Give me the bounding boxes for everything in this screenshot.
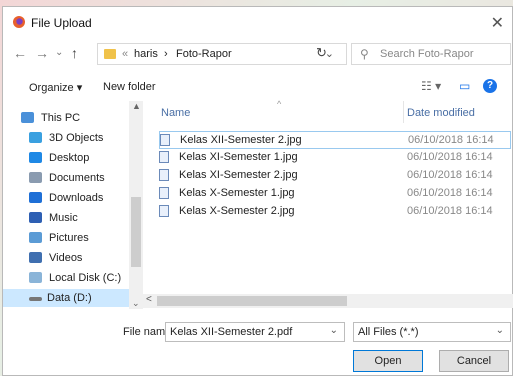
file-row[interactable]: Kelas XI-Semester 1.jpg 06/10/2018 16:14 (159, 149, 509, 165)
title-bar: File Upload ✕ (3, 7, 512, 37)
image-file-icon (160, 134, 170, 146)
file-date: 06/10/2018 16:14 (407, 151, 493, 163)
sidebar-item-label: Data (D:) (47, 292, 92, 304)
sidebar-item-pictures[interactable]: Pictures (29, 229, 143, 247)
drive-icon (29, 297, 42, 301)
up-icon[interactable]: ↑ (71, 45, 78, 61)
file-row[interactable]: Kelas XII-Semester 2.jpg 06/10/2018 16:1… (159, 131, 511, 149)
file-name: Kelas X-Semester 2.jpg (179, 205, 295, 217)
file-name: Kelas XII-Semester 2.jpg (180, 134, 302, 146)
file-list: ^ Name Date modified Kelas XII-Semester … (151, 99, 511, 291)
image-file-icon (159, 169, 169, 181)
folder-icon (104, 49, 116, 59)
file-upload-dialog: File Upload ✕ ← → ⌄ ↑ « haris › Foto-Rap… (2, 6, 513, 376)
image-file-icon (159, 187, 169, 199)
cube-icon (29, 132, 42, 143)
document-icon (29, 172, 42, 183)
file-type-value: All Files (*.*) (358, 326, 419, 338)
file-name-field[interactable]: ⌄ (165, 322, 345, 342)
file-name: Kelas XI-Semester 2.jpg (179, 169, 298, 181)
computer-icon (21, 112, 34, 123)
recent-locations-icon[interactable]: ⌄ (55, 47, 63, 58)
column-header-name[interactable]: Name (161, 107, 190, 119)
sidebar-item-label: Videos (49, 252, 83, 264)
download-icon (29, 192, 42, 203)
search-icon: ⚲ (360, 47, 369, 61)
sidebar-item-label: Pictures (49, 232, 89, 244)
file-date: 06/10/2018 16:14 (407, 205, 493, 217)
sidebar-item-label: Desktop (49, 152, 90, 164)
column-header-date-modified[interactable]: Date modified (407, 107, 475, 119)
videos-icon (29, 252, 42, 263)
close-icon[interactable]: ✕ (491, 13, 504, 33)
view-options-icon[interactable]: ☷ ▾ (421, 79, 441, 93)
music-icon (29, 212, 42, 223)
navigation-pane: This PC 3D Objects Desktop Documents Dow… (3, 103, 143, 307)
pictures-icon (29, 232, 42, 243)
help-icon[interactable]: ? (483, 79, 497, 93)
address-bar[interactable]: « haris › Foto-Rapor ⌄ (97, 43, 347, 65)
file-name-input[interactable] (170, 324, 330, 340)
sidebar-item-downloads[interactable]: Downloads (29, 189, 143, 207)
search-placeholder: Search Foto-Rapor (380, 48, 474, 60)
scrollbar-thumb[interactable] (131, 197, 141, 267)
sidebar-item-videos[interactable]: Videos (29, 249, 143, 267)
sidebar-item-label: Local Disk (C:) (49, 272, 122, 284)
drive-icon (29, 272, 42, 283)
desktop-icon (29, 152, 42, 163)
column-divider[interactable] (403, 101, 404, 123)
file-name: Kelas XI-Semester 1.jpg (179, 151, 298, 163)
sidebar-item-3d-objects[interactable]: 3D Objects (29, 129, 143, 147)
scroll-up-icon[interactable]: ▲ (132, 101, 141, 111)
command-bar: Organize ▾ New folder ☷ ▾ ▭ ? (3, 75, 512, 99)
navigation-bar: ← → ⌄ ↑ « haris › Foto-Rapor ⌄ ↻ ⚲ Searc… (3, 43, 512, 67)
breadcrumb-foto-rapor[interactable]: Foto-Rapor (176, 48, 232, 60)
sidebar-item-local-disk[interactable]: Local Disk (C:) (29, 269, 143, 287)
sidebar-item-this-pc[interactable]: This PC (21, 109, 143, 127)
file-row[interactable]: Kelas X-Semester 2.jpg 06/10/2018 16:14 (159, 203, 509, 219)
firefox-icon (13, 16, 25, 28)
window-title: File Upload (31, 16, 92, 30)
cancel-button[interactable]: Cancel (439, 350, 509, 372)
sidebar-scrollbar[interactable]: ▲ ⌄ (129, 101, 143, 309)
file-date: 06/10/2018 16:14 (407, 187, 493, 199)
preview-pane-icon[interactable]: ▭ (459, 79, 470, 93)
chevron-down-icon[interactable]: ⌄ (330, 325, 338, 336)
sidebar-item-desktop[interactable]: Desktop (29, 149, 143, 167)
sidebar-item-label: This PC (41, 112, 81, 124)
sidebar-item-label: 3D Objects (49, 132, 104, 144)
sidebar-item-label: Music (49, 212, 78, 224)
organize-button[interactable]: Organize ▾ (29, 81, 82, 94)
sidebar-item-data-drive[interactable]: Data (D:) (3, 289, 129, 307)
file-row[interactable]: Kelas X-Semester 1.jpg 06/10/2018 16:14 (159, 185, 509, 201)
file-list-scrollbar[interactable]: < (143, 294, 513, 308)
open-button[interactable]: Open (353, 350, 423, 372)
file-row[interactable]: Kelas XI-Semester 2.jpg 06/10/2018 16:14 (159, 167, 509, 183)
breadcrumb-haris[interactable]: haris (134, 48, 158, 60)
scroll-left-icon[interactable]: < (146, 294, 152, 305)
sidebar-item-documents[interactable]: Documents (29, 169, 143, 187)
chevron-down-icon[interactable]: ⌄ (496, 325, 504, 336)
back-icon[interactable]: ← (13, 45, 27, 61)
breadcrumb-overflow[interactable]: « (122, 48, 128, 60)
forward-icon[interactable]: → (35, 45, 49, 61)
file-date: 06/10/2018 16:14 (408, 134, 494, 146)
sidebar-item-music[interactable]: Music (29, 209, 143, 227)
image-file-icon (159, 151, 169, 163)
search-box[interactable]: ⚲ Search Foto-Rapor (351, 43, 511, 65)
file-date: 06/10/2018 16:14 (407, 169, 493, 181)
breadcrumb-separator: › (164, 48, 168, 60)
sidebar-item-label: Downloads (49, 192, 104, 204)
new-folder-button[interactable]: New folder (103, 81, 156, 93)
file-type-select[interactable]: All Files (*.*) ⌄ (353, 322, 511, 342)
refresh-icon[interactable]: ↻ (316, 45, 327, 61)
file-name: Kelas X-Semester 1.jpg (179, 187, 295, 199)
sort-indicator-icon: ^ (277, 99, 282, 109)
scrollbar-thumb[interactable] (157, 296, 347, 306)
scroll-down-icon[interactable]: ⌄ (132, 298, 140, 309)
sidebar-item-label: Documents (49, 172, 105, 184)
image-file-icon (159, 205, 169, 217)
